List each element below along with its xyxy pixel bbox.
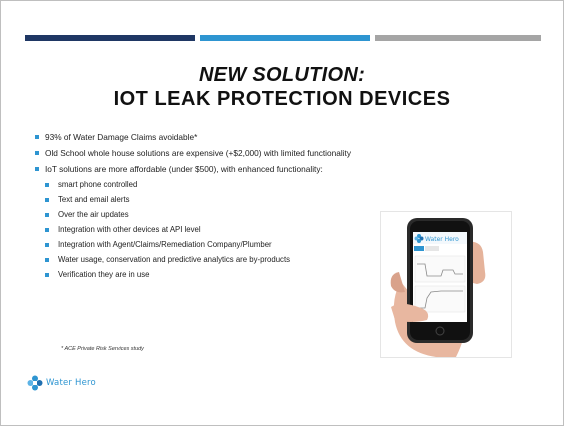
water-hero-cross-icon [27,375,43,391]
sub-bullet-item: Integration with other devices at API le… [45,225,328,235]
sub-bullet-item: Water usage, conservation and predictive… [45,255,328,265]
bullet-item: 93% of Water Damage Claims avoidable* [35,132,545,143]
header-color-bars [25,35,541,41]
sub-bullet-item: Over the air updates [45,210,328,220]
sub-bullet-item: Text and email alerts [45,195,328,205]
water-hero-logo: Water Hero [27,375,96,391]
footnote: * ACE Private Risk Services study [61,346,144,352]
sub-bullet-item: Verification they are in use [45,270,328,280]
blue-bar [200,35,370,41]
bullet-item: IoT solutions are more affordable (under… [35,164,545,175]
title-line-1: NEW SOLUTION: [198,64,366,86]
gray-bar [375,35,541,41]
app-name-text: Water Hero [425,236,459,243]
phone-illustration: Water Hero [390,218,486,357]
slide-title: NEW SOLUTION: IOT LEAK PROTECTION DEVICE… [1,63,563,111]
title-line-2: IOT LEAK PROTECTION DEVICES [113,88,451,110]
navy-bar [25,35,195,41]
logo-text: Water Hero [46,378,96,388]
sub-bullet-item: smart phone controlled [45,180,328,190]
phone-in-hand-image: Water Hero [380,211,512,358]
sub-bullet-item: Integration with Agent/Claims/Remediatio… [45,240,328,250]
slide: NEW SOLUTION: IOT LEAK PROTECTION DEVICE… [0,0,564,426]
bullet-item: Old School whole house solutions are exp… [35,148,545,159]
